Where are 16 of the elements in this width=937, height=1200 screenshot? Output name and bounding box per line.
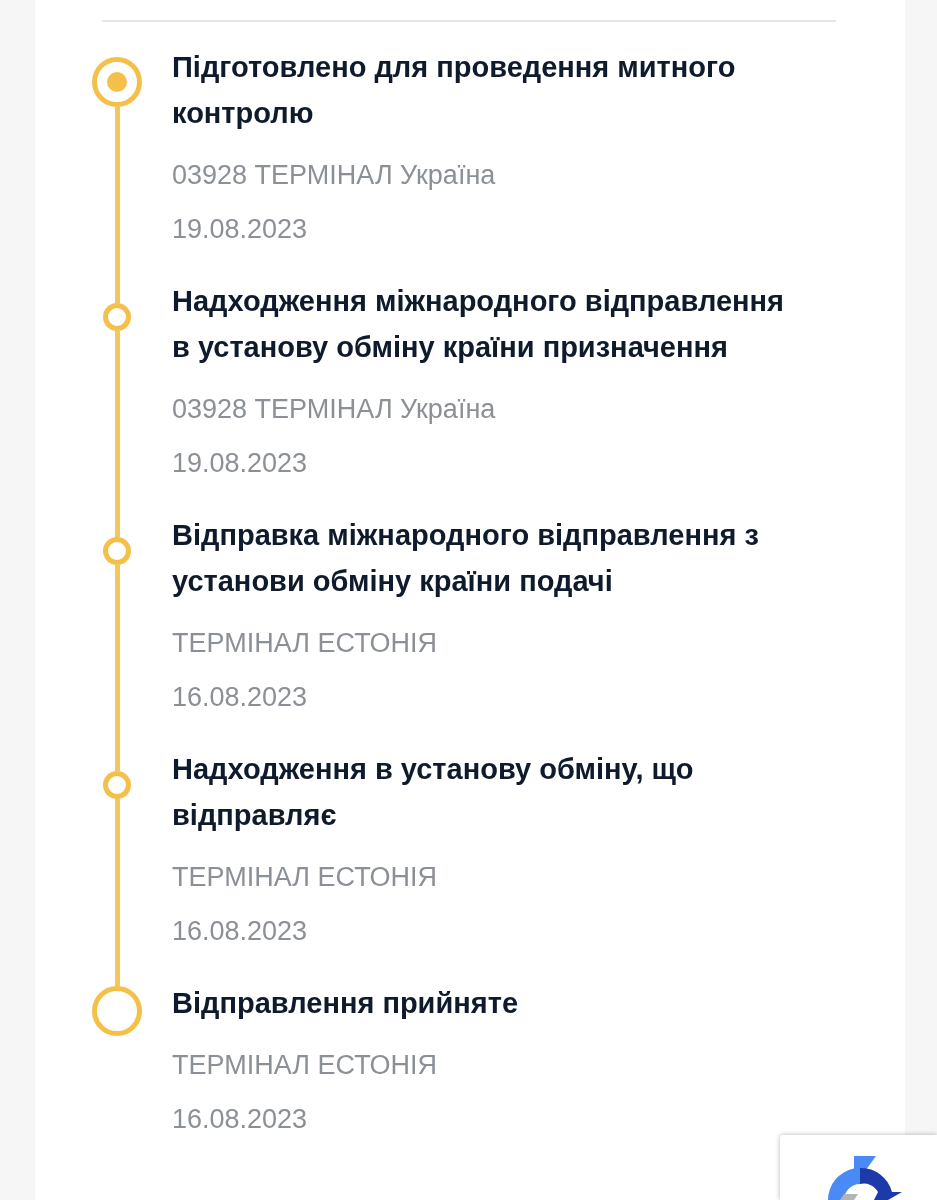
event-location: ТЕРМІНАЛ ЕСТОНІЯ — [172, 861, 438, 894]
event-location: ТЕРМІНАЛ ЕСТОНІЯ — [172, 1049, 438, 1082]
event-date: 19.08.2023 — [172, 213, 309, 246]
event-date: 19.08.2023 — [172, 447, 309, 480]
event-title: Відправка міжнародного відправлення з установи обміну країни подачі — [172, 518, 760, 599]
event-location: 03928 ТЕРМІНАЛ Україна — [172, 159, 497, 192]
event-date: 16.08.2023 — [172, 1103, 309, 1136]
event-title: Надходження міжнародного відправлення в установу обміну країни призначення — [172, 284, 786, 365]
event-date: 16.08.2023 — [172, 681, 309, 714]
event-title: Підготовлено для проведення митного контролю — [172, 50, 737, 131]
event-date: 16.08.2023 — [172, 915, 309, 948]
event-location: 03928 ТЕРМІНАЛ Україна — [172, 393, 497, 426]
event-title: Надходження в установу обміну, що відправляє — [172, 752, 695, 833]
event-title: Відправлення прийняте — [172, 986, 520, 1021]
corner-badge[interactable] — [780, 1135, 937, 1200]
event-location: ТЕРМІНАЛ ЕСТОНІЯ — [172, 627, 438, 660]
